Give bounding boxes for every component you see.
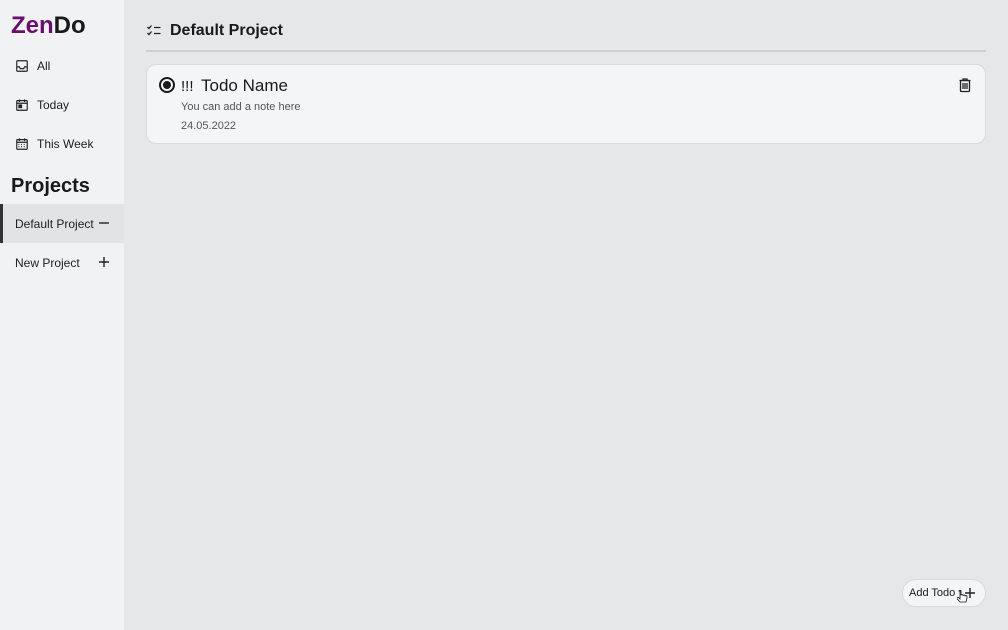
nav-item-all[interactable]: All [15, 54, 50, 78]
project-item-default[interactable]: Default Project [0, 204, 124, 243]
todo-name: Todo Name [201, 76, 288, 95]
nav-item-this-week[interactable]: This Week [15, 132, 93, 156]
project-item-new[interactable]: New Project [0, 243, 124, 282]
todo-date: 24.05.2022 [181, 120, 237, 132]
sidebar: ZenDo All Today This Week Projects Defau… [0, 0, 124, 630]
logo: ZenDo [11, 12, 86, 40]
add-todo-button[interactable]: Add Todo [902, 579, 986, 607]
calendar-week-icon [16, 138, 28, 150]
page-title: Default Project [170, 22, 283, 39]
nav-label-this-week: This Week [37, 137, 94, 151]
nav-label-today: Today [37, 98, 70, 112]
project-label: New Project [15, 255, 80, 270]
todo-card[interactable]: !!! Todo Name You can add a note here 24… [146, 64, 986, 144]
main-content: Default Project !!! Todo Name You can ad… [124, 0, 1008, 630]
minus-icon[interactable] [97, 216, 111, 230]
plus-icon[interactable] [97, 255, 111, 269]
projects-heading: Projects [11, 175, 90, 197]
project-label: Default Project [15, 216, 94, 231]
todo-note: You can add a note here [181, 101, 301, 113]
nav-label-all: All [37, 59, 51, 73]
todo-priority: !!! [181, 78, 194, 95]
inbox-icon [16, 60, 28, 72]
pointer-cursor-icon [957, 590, 968, 603]
trash-icon[interactable] [957, 77, 973, 93]
logo-zen: Zen [11, 12, 54, 39]
calendar-day-icon [16, 99, 28, 111]
nav-item-today[interactable]: Today [15, 93, 69, 117]
checklist-icon [147, 25, 161, 36]
todo-complete-radio[interactable] [159, 77, 175, 93]
add-todo-label: Add Todo [909, 587, 956, 599]
logo-do: Do [53, 12, 86, 39]
page-header: Default Project [146, 18, 986, 52]
